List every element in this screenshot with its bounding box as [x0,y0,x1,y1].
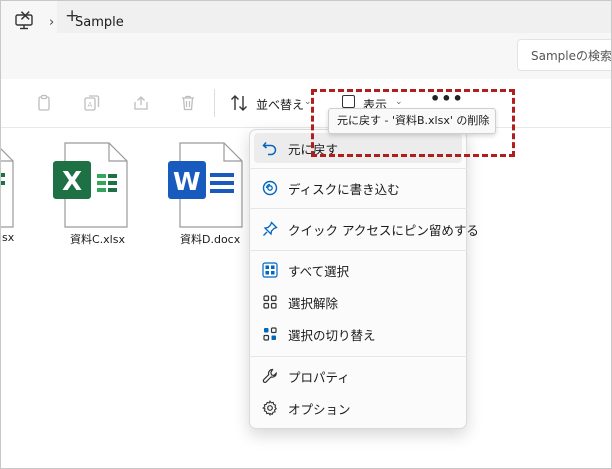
menu-separator [249,356,467,357]
sort-icon[interactable] [229,93,249,115]
svg-text:X: X [62,167,82,197]
computer-icon[interactable] [15,14,33,34]
file-explorer-window: ✕ + › Sample Sampleの検索 A 並べ替え ⌄ 表示 ⌄ •••… [0,0,612,469]
search-placeholder: Sampleの検索 [531,49,612,63]
menu-item-options[interactable]: オプション [254,393,462,423]
wrench-icon [262,368,278,388]
cut-icon[interactable] [35,94,53,116]
breadcrumb-sample[interactable]: Sample [75,15,124,30]
menu-item-label: プロパティ [288,370,350,385]
share-icon[interactable] [132,94,150,116]
pin-icon [262,221,278,241]
menu-item-label: 選択解除 [288,296,339,311]
menu-separator [249,168,467,169]
select-all-icon [262,262,278,282]
select-none-icon [262,294,278,314]
file-name[interactable]: 資料D.docx [180,231,240,247]
toolbar-separator [214,89,215,117]
menu-item-label: クイック アクセスにピン留めする [288,223,479,238]
svg-text:W: W [173,167,201,196]
menu-separator [249,250,467,251]
sort-button[interactable]: 並べ替え [256,96,304,113]
menu-item-properties[interactable]: プロパティ [254,361,462,391]
file-name[interactable]: 資料C.xlsx [70,231,125,247]
menu-item-select-none[interactable]: 選択解除 [254,287,462,317]
menu-item-label: オプション [288,402,351,417]
gear-icon [262,400,278,420]
invert-selection-icon [262,326,278,346]
menu-item-select-all[interactable]: すべて選択 [254,255,462,285]
breadcrumb-chevron-icon[interactable]: › [49,15,54,30]
menu-item-invert-selection[interactable]: 選択の切り替え [254,319,462,349]
highlight-annotation [311,89,515,157]
delete-icon[interactable] [179,94,197,116]
undo-icon [262,140,278,160]
menu-item-label: 選択の切り替え [288,328,376,343]
file-name[interactable]: lsx [1,231,14,244]
menu-item-label: すべて選択 [288,264,350,279]
menu-item-burn-to-disc[interactable]: ディスクに書き込む [254,173,462,203]
menu-separator [249,208,467,209]
disc-burn-icon [262,180,278,200]
menu-item-pin-quick-access[interactable]: クイック アクセスにピン留めする [254,214,479,244]
menu-item-label: ディスクに書き込む [288,182,400,197]
copy-icon[interactable]: A [83,94,101,116]
svg-text:A: A [88,101,93,109]
